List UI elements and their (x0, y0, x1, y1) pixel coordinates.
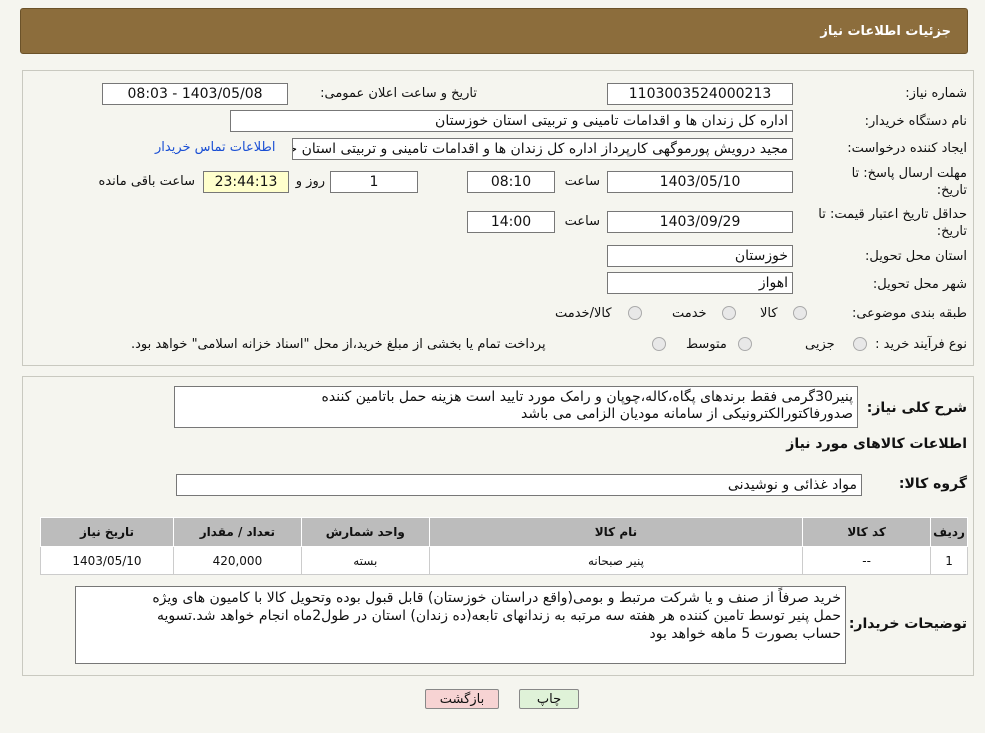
validity-time-label: ساعت (564, 214, 600, 229)
page-title: جزئیات اطلاعات نیاز (820, 23, 951, 39)
buyer-notes-line-3: حساب بصورت 5 ماهه خواهد بود (649, 626, 842, 642)
category-option-goods: کالا (760, 306, 778, 321)
category-radio-goods[interactable] (793, 306, 807, 320)
goods-title: اطلاعات کالاهای مورد نیاز (786, 436, 967, 452)
goods-table-header: ردیف کد کالا نام کالا واحد شمارش تعداد /… (40, 517, 968, 547)
city-label: شهر محل تحویل: (872, 277, 967, 292)
buyer-notes-line-1: خرید صرفاً از صنف و یا شرکت مرتبط و بومی… (152, 590, 841, 606)
cell-date: 1403/05/10 (40, 546, 174, 575)
days-field: 1 (330, 171, 418, 193)
deadline-date-field: 1403/05/10 (607, 171, 793, 193)
announce-label: تاریخ و ساعت اعلان عمومی: (320, 86, 477, 101)
category-radio-goods-service[interactable] (628, 306, 642, 320)
process-option-minor: جزیی (805, 337, 835, 352)
page-header: جزئیات اطلاعات نیاز (20, 8, 968, 54)
buyer-notes-textarea[interactable]: خرید صرفاً از صنف و یا شرکت مرتبط و بومی… (75, 586, 846, 664)
col-code: کد کالا (802, 517, 932, 547)
buyer-notes-line-2: حمل پنیر توسط تامین کننده هر هفته سه مرت… (156, 608, 841, 624)
cell-code: -- (802, 546, 932, 575)
buyer-org-label: نام دستگاه خریدار: (864, 114, 967, 129)
category-radio-service[interactable] (722, 306, 736, 320)
creator-field: مجید درویش پورموگهی کارپرداز اداره کل زن… (292, 138, 793, 160)
col-unit: واحد شمارش (300, 517, 430, 547)
validity-time-field: 14:00 (467, 211, 555, 233)
print-button[interactable]: چاپ (519, 689, 579, 709)
process-radio-minor[interactable] (853, 337, 867, 351)
col-date: تاریخ نیاز (40, 517, 174, 547)
group-field: مواد غذائی و نوشیدنی (176, 474, 862, 496)
col-row: ردیف (930, 517, 968, 547)
cell-qty: 420,000 (172, 546, 302, 575)
province-label: استان محل تحویل: (865, 249, 967, 264)
announce-field: 1403/05/08 - 08:03 (102, 83, 288, 105)
process-label: نوع فرآیند خرید : (875, 337, 967, 352)
deadline-time-label: ساعت (564, 174, 600, 189)
province-field: خوزستان (607, 245, 793, 267)
process-radio-medium[interactable] (738, 337, 752, 351)
back-button[interactable]: بازگشت (425, 689, 499, 709)
summary-line-1: پنیر30گرمی فقط برندهای پگاه،کاله،چوپان و… (321, 389, 853, 405)
summary-line-2: صدورفاکتورالکترونیکی از سامانه مودیان ال… (521, 406, 853, 422)
cell-unit: بسته (300, 546, 430, 575)
need-number-field: 1103003524000213 (607, 83, 793, 105)
need-number-label: شماره نیاز: (905, 86, 967, 101)
category-option-service: خدمت (672, 306, 707, 321)
validity-label: حداقل تاریخ اعتبار قیمت: تا تاریخ: (818, 207, 967, 239)
page: جزئیات اطلاعات نیاز AriaTender.neT شماره… (0, 0, 985, 733)
table-row: 1 -- پنیر صبحانه بسته 420,000 1403/05/10 (40, 546, 968, 575)
remaining-time-field: 23:44:13 (203, 171, 289, 193)
buyer-org-field: اداره کل زندان ها و اقدامات تامینی و ترب… (230, 110, 793, 132)
deadline-time-field: 08:10 (467, 171, 555, 193)
summary-textarea[interactable]: پنیر30گرمی فقط برندهای پگاه،کاله،چوپان و… (174, 386, 858, 428)
col-name: نام کالا (428, 517, 804, 547)
process-note: پرداخت تمام یا بخشی از مبلغ خرید،از محل … (131, 337, 546, 352)
remaining-time-label: ساعت باقی مانده (98, 174, 195, 189)
category-label: طبقه بندی موضوعی: (851, 306, 967, 321)
group-label: گروه کالا: (898, 476, 967, 492)
process-checkbox-treasury[interactable] (652, 337, 666, 351)
goods-table: ردیف کد کالا نام کالا واحد شمارش تعداد /… (40, 517, 968, 575)
deadline-label: مهلت ارسال پاسخ: تا تاریخ: (851, 166, 967, 198)
col-qty: تعداد / مقدار (172, 517, 302, 547)
process-option-medium: متوسط (686, 337, 727, 352)
contact-buyer-link[interactable]: اطلاعات تماس خریدار (155, 140, 275, 155)
summary-label: شرح کلی نیاز: (866, 400, 967, 416)
validity-date-field: 1403/09/29 (607, 211, 793, 233)
buyer-notes-label: توضیحات خریدار: (848, 616, 967, 632)
category-option-goods-service: کالا/خدمت (555, 306, 612, 321)
city-field: اهواز (607, 272, 793, 294)
cell-name: پنیر صبحانه (428, 546, 804, 575)
days-label: روز و (295, 174, 325, 189)
cell-row: 1 (930, 546, 968, 575)
creator-label: ایجاد کننده درخواست: (847, 141, 967, 156)
